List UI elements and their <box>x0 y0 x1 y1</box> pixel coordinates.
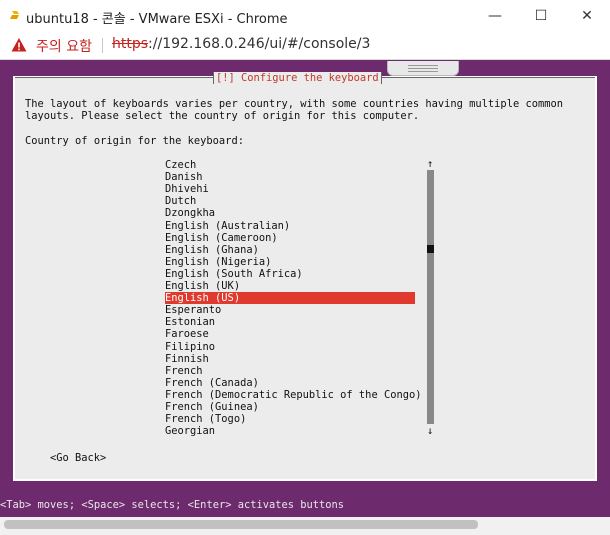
country-option[interactable]: Finnish <box>165 353 415 365</box>
horizontal-scrollbar[interactable] <box>0 517 610 535</box>
url-text[interactable]: https://192.168.0.246/ui/#/console/3 <box>112 36 370 52</box>
installer-status-bar: <Tab> moves; <Space> selects; <Enter> ac… <box>0 499 610 511</box>
warning-icon[interactable] <box>11 37 27 53</box>
country-option[interactable]: French (Canada) <box>165 377 415 389</box>
country-option[interactable]: English (Australian) <box>165 220 415 232</box>
country-option[interactable]: English (Cameroon) <box>165 232 415 244</box>
country-option[interactable]: Danish <box>165 171 415 183</box>
country-option[interactable]: English (Ghana) <box>165 244 415 256</box>
scrollbar-thumb[interactable] <box>427 245 434 253</box>
url-path: ://192.168.0.246/ui/#/console/3 <box>148 36 371 52</box>
maximize-button[interactable]: ☐ <box>518 0 564 32</box>
window-title: ubuntu18 - 콘솔 - VMware ESXi - Chrome <box>26 12 288 27</box>
country-option[interactable]: Dzongkha <box>165 207 415 219</box>
country-prompt: Country of origin for the keyboard: <box>25 135 244 147</box>
country-option[interactable]: French (Guinea) <box>165 401 415 413</box>
minimize-icon: — <box>488 8 502 24</box>
country-option[interactable]: Dutch <box>165 195 415 207</box>
country-option[interactable]: English (UK) <box>165 280 415 292</box>
country-option[interactable]: French (Democratic Republic of the Congo… <box>165 389 421 401</box>
country-option[interactable]: English (US) <box>165 292 415 305</box>
country-option[interactable]: Esperanto <box>165 304 415 316</box>
minimize-button[interactable]: — <box>472 0 518 32</box>
chrome-app-icon <box>10 11 19 19</box>
country-option[interactable]: Estonian <box>165 316 415 328</box>
country-option[interactable]: French (Togo) <box>165 413 415 425</box>
country-option[interactable]: Dhivehi <box>165 183 415 195</box>
address-bar[interactable]: 주의 요함 https://192.168.0.246/ui/#/console… <box>0 32 610 60</box>
country-option[interactable]: English (Nigeria) <box>165 256 415 268</box>
scroll-up-icon[interactable]: ↑ <box>427 158 433 170</box>
window-titlebar: ubuntu18 - 콘솔 - VMware ESXi - Chrome — ☐… <box>0 0 610 32</box>
security-warning-label[interactable]: 주의 요함 <box>36 36 92 56</box>
url-scheme: https <box>112 36 149 52</box>
country-option[interactable]: Faroese <box>165 328 415 340</box>
description-line-2: layouts. Please select the country of or… <box>25 110 420 122</box>
country-option[interactable]: French <box>165 365 415 377</box>
maximize-icon: ☐ <box>534 8 548 24</box>
go-back-button[interactable]: <Go Back> <box>50 452 106 464</box>
close-icon: ✕ <box>581 8 593 24</box>
dialog-title: [!] Configure the keyboard <box>213 72 382 84</box>
console-toolbar-handle[interactable] <box>387 61 459 76</box>
country-option[interactable]: Filipino <box>165 341 415 353</box>
country-option[interactable]: English (South Africa) <box>165 268 415 280</box>
horizontal-scrollbar-thumb[interactable] <box>4 520 478 529</box>
country-option[interactable]: Czech <box>165 159 415 171</box>
close-button[interactable]: ✕ <box>564 0 610 32</box>
scroll-down-icon[interactable]: ↓ <box>427 425 433 437</box>
scrollbar-track[interactable] <box>427 170 434 424</box>
address-divider <box>102 38 103 53</box>
country-option[interactable]: Georgian <box>165 425 415 437</box>
description-line-1: The layout of keyboards varies per count… <box>25 98 563 110</box>
